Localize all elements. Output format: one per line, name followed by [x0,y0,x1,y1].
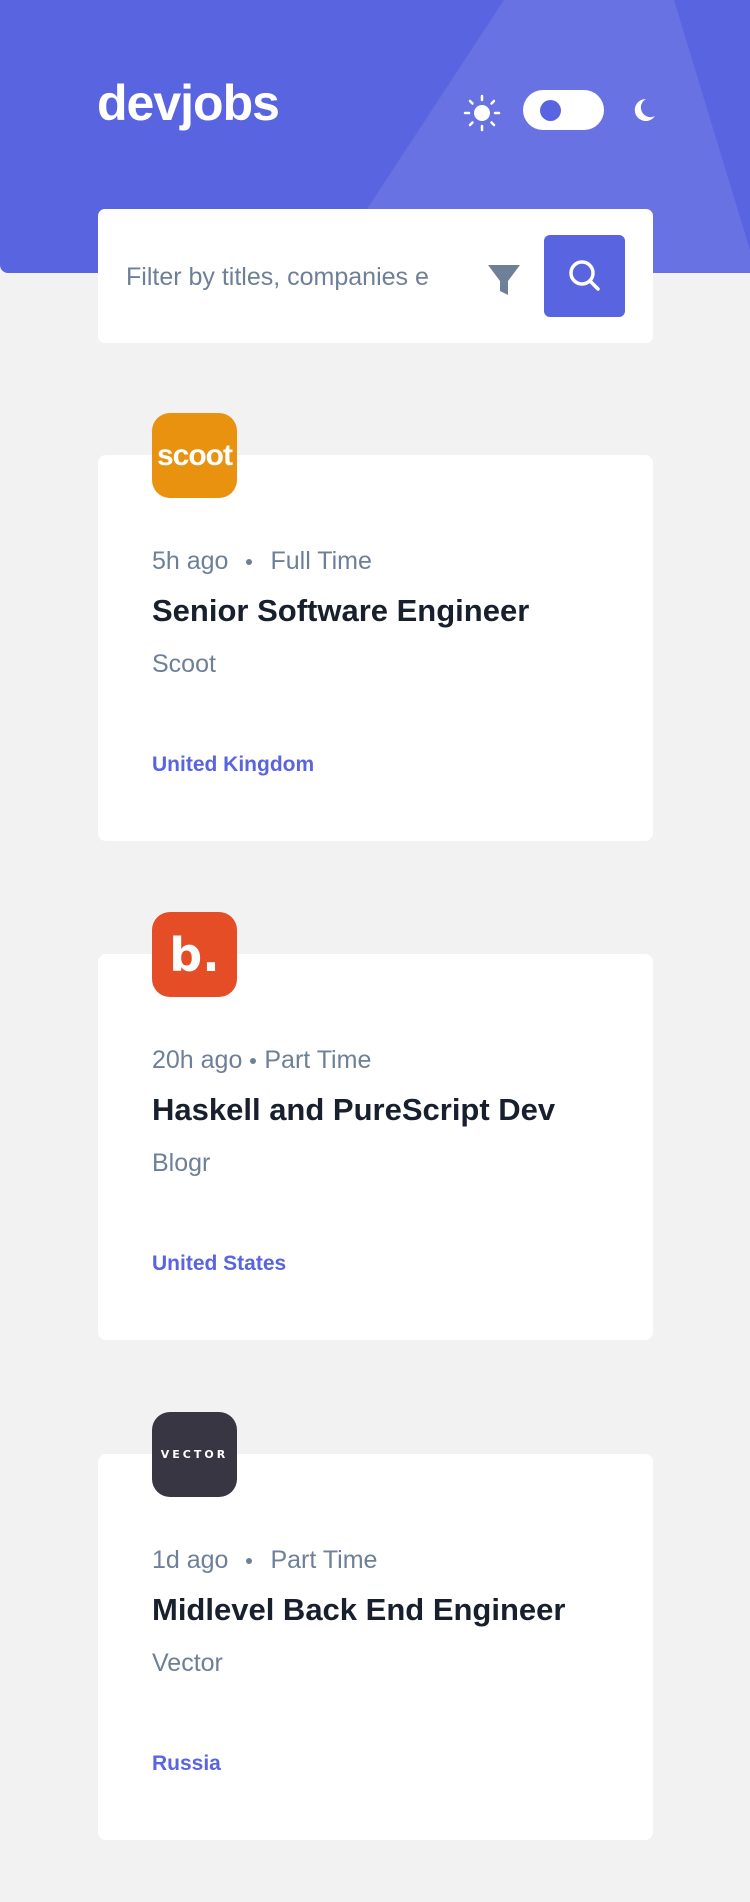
theme-toggle[interactable] [523,90,604,130]
posted-time: 1d ago [152,1546,229,1574]
toggle-knob [540,100,561,121]
job-title[interactable]: Midlevel Back End Engineer [152,1592,565,1628]
company-name: Vector [152,1649,223,1677]
company-logo: b. [152,912,237,997]
job-meta: 20h ago Part Time [152,1046,371,1075]
job-location: United States [152,1252,287,1275]
contract-type: Full Time [270,547,372,575]
job-location: United Kingdom [152,753,315,776]
job-title[interactable]: Senior Software Engineer [152,593,529,629]
contract-type: Part Time [264,1046,372,1074]
posted-time: 20h ago [152,1046,243,1074]
brand-logo[interactable]: devjobs [97,74,280,132]
job-card[interactable]: scoot 5h ago Full Time Senior Software En… [98,413,653,841]
company-name: Scoot [152,650,216,678]
job-card[interactable]: VECTOR 1d ago Part Time Midlevel Back End… [98,1412,653,1840]
posted-time: 5h ago [152,547,229,575]
separator-dot [246,1558,253,1565]
moon-icon [634,98,655,121]
search-icon [569,260,600,291]
search-button[interactable] [544,235,625,317]
sun-icon [463,94,501,132]
job-card[interactable]: b. 20h ago Part Time Haskell and PureScri… [98,912,653,1340]
contract-type: Part Time [270,1546,378,1574]
separator-dot [246,559,253,566]
search-input[interactable] [124,254,438,300]
job-location: Russia [152,1752,221,1775]
company-name: Blogr [152,1149,211,1177]
job-title[interactable]: Haskell and PureScript Dev [152,1092,555,1128]
job-meta: 1d ago Part Time [152,1546,377,1575]
filter-icon[interactable] [486,261,522,297]
job-meta: 5h ago Full Time [152,547,372,576]
search-bar [98,209,653,343]
separator-dot [250,1058,257,1065]
company-logo: VECTOR [152,1412,237,1497]
company-logo: scoot [152,413,237,498]
